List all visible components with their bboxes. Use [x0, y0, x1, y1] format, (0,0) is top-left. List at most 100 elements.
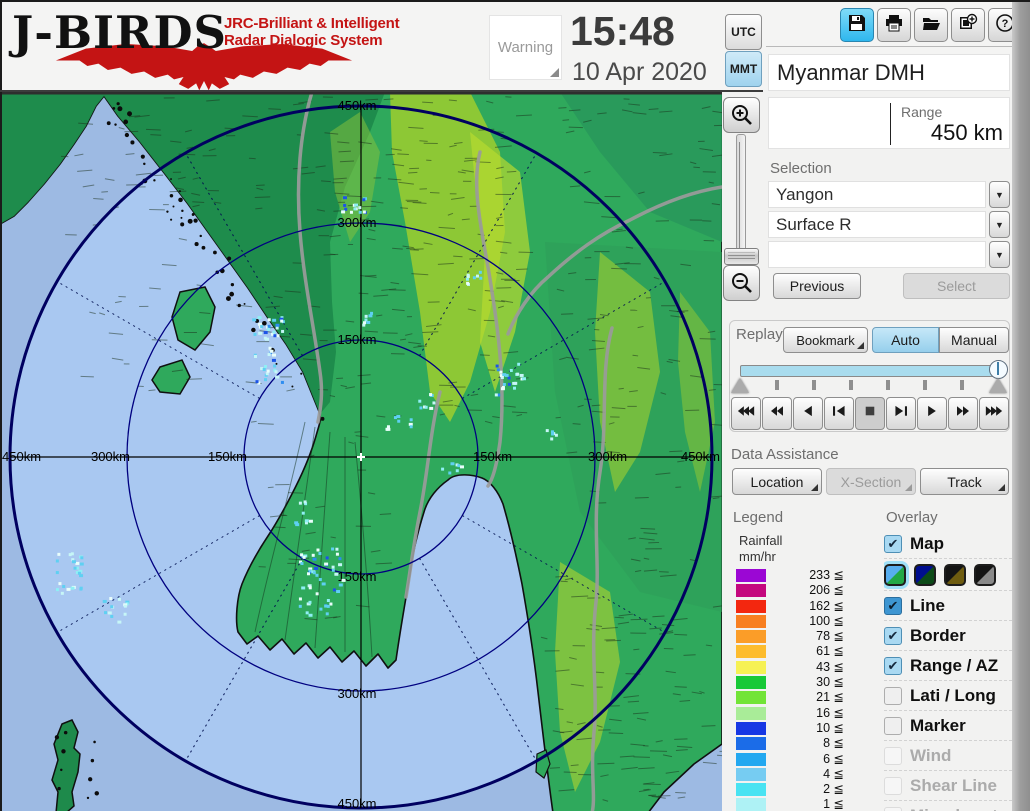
legend-color-swatch [736, 661, 766, 674]
overlay-section-label: Overlay [886, 509, 938, 526]
select-button[interactable]: Select [903, 273, 1010, 299]
map-zoom-slider-track[interactable] [736, 134, 746, 266]
legend-row: 21 ≦ [736, 690, 846, 705]
radar-map[interactable]: 450km 300km 150km 150km 300km 450km 450km 300km… [0, 92, 722, 811]
chevron-down-icon[interactable]: ▼ [989, 181, 1010, 208]
warning-indicator[interactable]: Warning [489, 15, 562, 80]
playback-step-forward-button[interactable] [886, 397, 916, 430]
playback-step-back-button[interactable] [824, 397, 854, 430]
track-button[interactable]: Track [920, 468, 1009, 495]
map-zoom-slider-groove [739, 142, 740, 250]
rewind-2-icon [765, 403, 789, 424]
map-style-swatches [884, 559, 1012, 591]
map-style-4[interactable] [974, 564, 996, 586]
svg-text:450km: 450km [337, 98, 376, 113]
map-zoom-slider-handle[interactable] [724, 248, 759, 265]
logo-title: J-BIRDS [12, 10, 227, 55]
range-az-checkbox[interactable]: ✔ [884, 657, 902, 675]
station-name: Myanmar DMH [768, 54, 1010, 91]
map-style-2[interactable] [914, 564, 936, 586]
timeline-tick [886, 380, 890, 390]
legend-threshold: 162 ≦ [768, 599, 844, 614]
svg-text:150km: 150km [337, 332, 376, 347]
map-zoom-out-button[interactable] [723, 265, 760, 301]
playback-forward-3-button[interactable] [979, 397, 1009, 430]
dropdown-value[interactable]: Surface R [768, 211, 986, 238]
legend-color-swatch [736, 676, 766, 689]
svg-text:300km: 300km [91, 449, 130, 464]
map-style-1[interactable] [884, 564, 906, 586]
replay-auto-button[interactable]: Auto [872, 327, 939, 353]
dropdown-value[interactable] [768, 241, 986, 268]
overlay-label: Lati / Long [910, 686, 996, 706]
svg-text:150km: 150km [208, 449, 247, 464]
magnifier-plus-icon [730, 103, 754, 127]
map-checkbox[interactable]: ✔ [884, 535, 902, 553]
timeline-tick [849, 380, 853, 390]
selection-dropdown-3: ▼ [768, 241, 1010, 268]
bookmark-button[interactable]: Bookmark [783, 327, 868, 353]
legend-row: 78 ≦ [736, 629, 846, 644]
playback-rewind-2-button[interactable] [762, 397, 792, 430]
legend-row: 10 ≦ [736, 721, 846, 736]
overlay-row-range-az: ✔ Range / AZ [884, 651, 1012, 681]
add-image-icon [958, 13, 978, 38]
playback-play-button[interactable] [917, 397, 947, 430]
open-folder-button[interactable] [914, 8, 948, 42]
map-left-edge [0, 92, 2, 811]
legend-color-swatch [736, 691, 766, 704]
data-assistance-section-label: Data Assistance [731, 446, 839, 463]
lati-long-checkbox[interactable] [884, 687, 902, 705]
legend-color-swatch [736, 753, 766, 766]
svg-text:300km: 300km [337, 686, 376, 701]
svg-text:450km: 450km [2, 449, 41, 464]
overlay-label: Range / AZ [910, 656, 998, 676]
legend-threshold: 61 ≦ [768, 644, 844, 659]
line-checkbox[interactable]: ✔ [884, 597, 902, 615]
print-button[interactable] [877, 8, 911, 42]
map-zoom-in-button[interactable] [723, 97, 760, 133]
timeline-start-marker-icon[interactable] [731, 378, 749, 393]
save-button[interactable] [840, 8, 874, 42]
overlay-label: Wind [910, 746, 951, 766]
step-back-icon [827, 403, 851, 424]
chevron-down-icon[interactable]: ▼ [989, 211, 1010, 238]
legend-color-swatch [736, 600, 766, 613]
timezone-button-mmt[interactable]: MMT [725, 51, 762, 87]
legend-threshold: 6 ≦ [768, 752, 844, 767]
replay-section-label: Replay [736, 326, 783, 343]
svg-text:?: ? [1002, 18, 1009, 30]
timeline-end-marker-icon[interactable] [989, 378, 1007, 393]
legend-threshold: 21 ≦ [768, 690, 844, 705]
legend-row: 100 ≦ [736, 614, 846, 629]
wind-checkbox [884, 747, 902, 765]
map-style-3[interactable] [944, 564, 966, 586]
playback-stop-button[interactable] [855, 397, 885, 430]
magnifier-minus-icon [730, 271, 754, 295]
playback-forward-2-button[interactable] [948, 397, 978, 430]
playback-play-reverse-button[interactable] [793, 397, 823, 430]
previous-button[interactable]: Previous [773, 273, 861, 299]
x-section-button[interactable]: X-Section [826, 468, 916, 495]
legend-color-swatch [736, 768, 766, 781]
replay-timeline-track[interactable] [740, 365, 1001, 377]
location-button[interactable]: Location [732, 468, 822, 495]
border-checkbox[interactable]: ✔ [884, 627, 902, 645]
marker-checkbox[interactable] [884, 717, 902, 735]
add-image-button[interactable] [951, 8, 985, 42]
overlay-row-wind: Wind [884, 741, 1012, 771]
legend-row: 61 ≦ [736, 644, 846, 659]
dropdown-value[interactable]: Yangon [768, 181, 986, 208]
legend-threshold: 10 ≦ [768, 721, 844, 736]
replay-manual-button[interactable]: Manual [939, 327, 1009, 353]
timezone-button-utc[interactable]: UTC [725, 14, 762, 50]
legend-row: 4 ≦ [736, 767, 846, 782]
clock-date: 10 Apr 2020 [572, 58, 722, 87]
forward-3-icon [982, 403, 1006, 424]
chevron-down-icon[interactable]: ▼ [989, 241, 1010, 268]
replay-timeline-handle[interactable] [989, 360, 1008, 379]
svg-text:300km: 300km [337, 215, 376, 230]
toolbar-separator [766, 46, 1012, 47]
svg-text:450km: 450km [337, 796, 376, 811]
playback-rewind-3-button[interactable] [731, 397, 761, 430]
